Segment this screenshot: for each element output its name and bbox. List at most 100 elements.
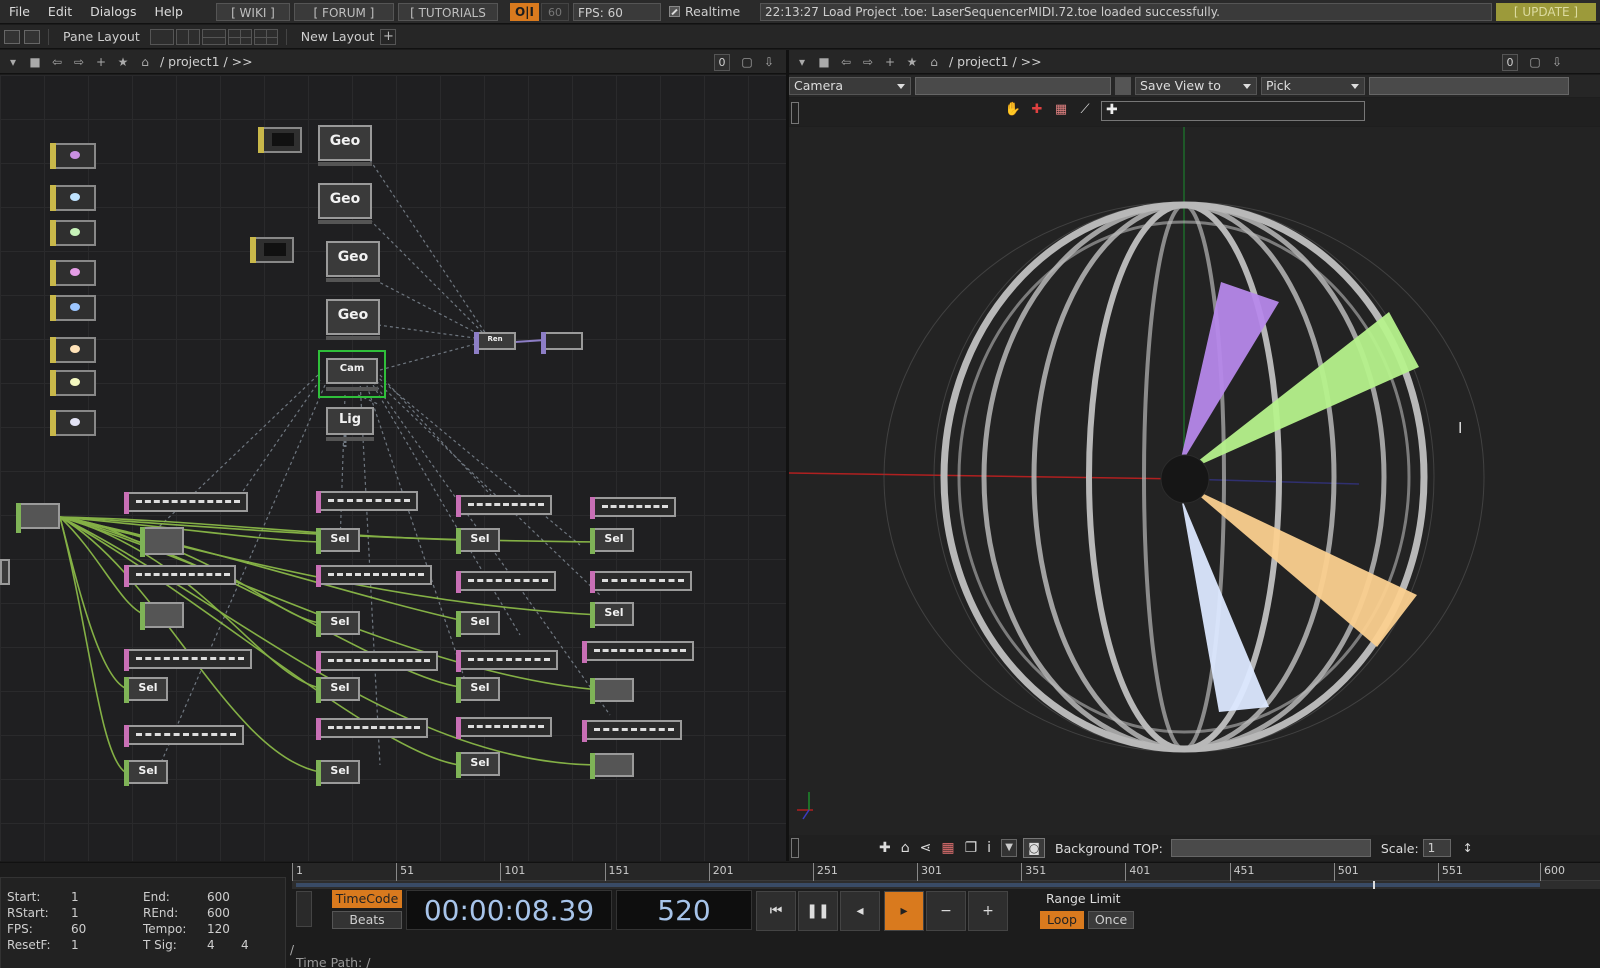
layout-split-horizontal-button[interactable] xyxy=(201,28,226,45)
add-icon[interactable]: + xyxy=(92,53,110,71)
select-node[interactable]: Sel xyxy=(124,760,168,786)
update-button[interactable]: [ UPDATE ] xyxy=(1496,3,1596,21)
scale-slider-icon[interactable]: ↕ xyxy=(1463,841,1473,855)
save-view-dropdown[interactable]: Save View to xyxy=(1135,77,1257,95)
table-node[interactable] xyxy=(456,650,558,672)
table-node[interactable] xyxy=(124,649,252,671)
chop-node[interactable] xyxy=(590,753,634,779)
network-path[interactable]: / project1 / >> xyxy=(160,54,253,69)
top-node[interactable] xyxy=(50,370,96,396)
chevron-down-icon[interactable]: ▾ xyxy=(4,53,22,71)
home-icon[interactable]: ⌂ xyxy=(925,53,943,71)
star-icon[interactable]: ★ xyxy=(114,53,132,71)
wiki-button[interactable]: [ WIKI ] xyxy=(215,2,290,21)
scale-field[interactable]: 1 xyxy=(1422,839,1451,857)
rewind-to-start-button[interactable]: ⏮ xyxy=(756,891,796,931)
grid-icon[interactable]: ▦ xyxy=(1051,102,1071,122)
table-node[interactable] xyxy=(582,641,694,663)
back-icon[interactable]: ⇦ xyxy=(48,53,66,71)
pause-button[interactable]: ❚❚ xyxy=(798,891,838,931)
hand-icon[interactable]: ✋ xyxy=(1003,102,1023,122)
top-node[interactable] xyxy=(250,237,294,263)
camera-name-field[interactable] xyxy=(915,77,1111,95)
resetf-value[interactable]: 1 xyxy=(71,938,79,952)
table-node[interactable] xyxy=(316,491,418,513)
table-node[interactable] xyxy=(124,492,248,514)
table-node[interactable] xyxy=(316,565,432,587)
rstart-value[interactable]: 1 xyxy=(71,906,79,920)
pin-icon[interactable]: ⇩ xyxy=(760,53,778,71)
stop-icon[interactable]: ■ xyxy=(26,53,44,71)
timeline-ruler[interactable]: 1 51 101 151 201 251 301 351 401 451 501 551 600 xyxy=(292,863,1600,881)
chop-node[interactable] xyxy=(590,678,634,704)
layout-split-vertical-button[interactable] xyxy=(175,28,200,45)
maximize-icon[interactable]: ▢ xyxy=(738,53,756,71)
tempo-value[interactable]: 120 xyxy=(207,922,230,936)
select-node[interactable]: Sel xyxy=(316,611,360,637)
top-node[interactable] xyxy=(50,337,96,363)
geo-node[interactable]: Geo xyxy=(318,125,372,166)
viewport-3d[interactable]: I xyxy=(789,127,1600,835)
network-editor[interactable]: Geo Geo Geo Geo Cam Lig Ren Sel Sel Sel … xyxy=(0,75,786,861)
chevron-down-icon[interactable]: ▾ xyxy=(793,53,811,71)
loop-button[interactable]: Loop xyxy=(1040,911,1084,929)
layout-quad-alt-button[interactable] xyxy=(253,28,278,45)
share-icon[interactable]: ⋖ xyxy=(920,840,932,856)
end-value[interactable]: 600 xyxy=(207,890,230,904)
out-node[interactable] xyxy=(541,332,583,354)
select-node[interactable]: Sel xyxy=(456,528,500,554)
time-display[interactable]: 00:00:08.39 xyxy=(406,890,612,930)
select-node[interactable]: Sel xyxy=(590,602,634,628)
stop-icon[interactable]: ■ xyxy=(815,53,833,71)
table-node[interactable] xyxy=(316,718,428,740)
top-node[interactable] xyxy=(50,410,96,436)
viewer-tool-field[interactable]: ✚ xyxy=(1101,101,1365,121)
step-back-button[interactable]: ◂ xyxy=(840,891,880,931)
star-icon[interactable]: ★ xyxy=(903,53,921,71)
camera-dropdown[interactable]: Camera xyxy=(789,77,911,95)
timeline-collapse-handle[interactable] xyxy=(296,891,312,927)
table-node[interactable] xyxy=(124,725,244,747)
add-icon[interactable]: + xyxy=(881,53,899,71)
background-top-field[interactable] xyxy=(1170,839,1371,857)
tutorials-button[interactable]: [ TUTORIALS ] xyxy=(397,2,498,38)
oi-toggle-button[interactable]: O|I xyxy=(509,2,540,21)
chevron-down-icon[interactable]: ▼ xyxy=(1001,839,1018,857)
table-node[interactable] xyxy=(456,495,552,517)
table-node[interactable] xyxy=(582,720,682,742)
increase-speed-button[interactable]: + xyxy=(968,891,1008,931)
start-value[interactable]: 1 xyxy=(71,890,79,904)
pin-icon[interactable]: ✚ xyxy=(1027,102,1047,122)
table-node[interactable] xyxy=(456,571,556,593)
fps-value[interactable]: 60 xyxy=(71,922,86,936)
geo-node[interactable]: Geo xyxy=(318,183,372,224)
geo-node[interactable]: Geo xyxy=(326,241,380,282)
pick-dropdown[interactable]: Pick xyxy=(1261,77,1365,95)
stack-icon[interactable] xyxy=(24,29,40,44)
add-icon[interactable]: ✚ xyxy=(879,840,891,856)
select-node[interactable]: Sel xyxy=(124,677,168,703)
wand-icon[interactable]: ⟋ xyxy=(1075,102,1095,122)
offscreen-node[interactable] xyxy=(0,559,10,589)
top-node[interactable] xyxy=(50,295,96,321)
back-icon[interactable]: ⇦ xyxy=(837,53,855,71)
network-zero-button[interactable]: 0 xyxy=(714,53,730,71)
chop-node[interactable] xyxy=(140,602,184,630)
info-icon[interactable]: i xyxy=(987,840,991,856)
camera-node-selected[interactable]: Cam xyxy=(318,350,386,398)
layout-quad-button[interactable] xyxy=(227,28,252,45)
realtime-toggle[interactable]: Realtime xyxy=(669,4,740,19)
menu-edit[interactable]: Edit xyxy=(39,0,81,24)
viewer-side-handle[interactable] xyxy=(791,838,799,858)
forward-icon[interactable]: ⇨ xyxy=(859,53,877,71)
home-icon[interactable]: ⌂ xyxy=(136,53,154,71)
copy-icon[interactable]: ❐ xyxy=(965,840,978,856)
select-node[interactable]: Sel xyxy=(456,611,500,637)
frame-display[interactable]: 520 xyxy=(616,890,752,930)
viewer-path[interactable]: / project1 / >> xyxy=(949,54,1042,69)
pick-field[interactable] xyxy=(1369,77,1569,95)
image-icon[interactable] xyxy=(4,29,20,44)
table-node[interactable] xyxy=(590,497,676,519)
fps-limit-button[interactable]: 60 xyxy=(541,2,570,21)
menu-file[interactable]: File xyxy=(0,0,39,24)
